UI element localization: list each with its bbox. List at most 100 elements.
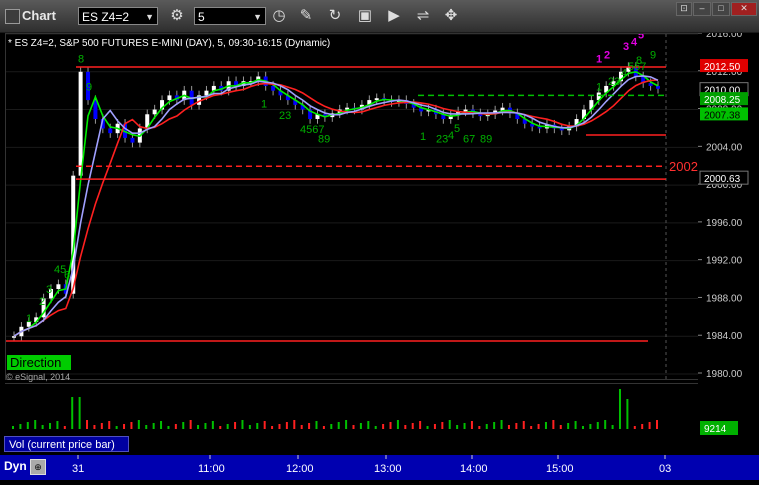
td-count-label: 23: [608, 76, 620, 88]
volume-bar: [263, 421, 266, 429]
symbol-input[interactable]: ES Z4=2 ▼: [78, 7, 158, 25]
price-tag-label: 2000.63: [704, 174, 741, 185]
td-count-label: 4: [621, 68, 627, 80]
time-tick-label: 14:00: [460, 463, 488, 475]
gear-icon[interactable]: ⚙: [167, 6, 187, 26]
symbol-value: ES Z4=2: [82, 10, 130, 24]
volume-bar: [507, 425, 510, 429]
play-icon[interactable]: ▶: [384, 6, 404, 26]
volume-bar: [160, 421, 163, 429]
dyn-label: Dyn: [4, 459, 27, 473]
price-chart[interactable]: 200212345689123456789 1 23 4567 891 2345678 91…: [6, 19, 699, 379]
volume-bar: [182, 422, 185, 429]
volume-bar: [123, 424, 126, 429]
chart-header: * ES Z4=2, S&P 500 FUTURES E-MINI (DAY),…: [8, 38, 331, 49]
window-title: Chart: [22, 8, 56, 23]
settings-icon[interactable]: ▣: [355, 6, 375, 26]
link-icon[interactable]: ⇌: [413, 6, 433, 26]
td-count-label: 89: [480, 134, 492, 146]
volume-bar: [618, 389, 621, 429]
chevron-down-icon[interactable]: ▼: [253, 8, 262, 26]
volume-bar: [544, 422, 547, 429]
price-tick-label: 1996.00: [706, 218, 743, 229]
volume-bar: [49, 423, 52, 429]
volume-bar: [374, 426, 377, 429]
td-count-label: 9: [650, 50, 656, 62]
volume-bar: [463, 423, 466, 429]
time-tick-label: 03: [659, 463, 671, 475]
volume-bar: [71, 397, 74, 429]
price-axis[interactable]: 2016.002012.002008.002004.002000.001996.…: [698, 29, 759, 453]
volume-bar: [500, 420, 503, 429]
price-tick-label: 1984.00: [706, 331, 743, 342]
direction-button[interactable]: Direction: [7, 355, 71, 370]
close-icon[interactable]: ✕: [731, 2, 757, 16]
volume-bar: [537, 424, 540, 429]
time-tick-label: 11:00: [198, 463, 225, 475]
price-tag-label: 2008.25: [704, 95, 741, 106]
volume-bar: [404, 425, 407, 429]
volume-bar: [167, 426, 170, 429]
volume-bar: [152, 423, 155, 429]
refresh-icon[interactable]: ↻: [325, 6, 345, 26]
volume-bar: [219, 426, 222, 429]
volume-bar: [293, 420, 296, 429]
cursor-icon[interactable]: ✥: [441, 6, 461, 26]
price-plot-pane[interactable]: 2002 1 2 3 45 6 8 9 1 23 4567 89 1 23 4 5 67 89 1 23 4 567 8 9 1…: [5, 19, 700, 380]
candle-body: [12, 336, 16, 338]
volume-bar: [26, 422, 29, 429]
volume-bar: [226, 424, 229, 429]
time-tick-label: 12:00: [286, 463, 314, 475]
volume-bar: [211, 421, 214, 429]
td-count-label: 8: [78, 53, 84, 65]
volume-bar: [234, 422, 237, 429]
zoom-icon[interactable]: ⊕: [30, 459, 46, 475]
candle-body: [56, 284, 61, 289]
volume-bar: [248, 425, 251, 429]
volume-bar: [271, 426, 274, 429]
td-count-label: 23: [279, 110, 291, 122]
price-tick-label: 1992.00: [706, 256, 743, 267]
candle-body: [78, 71, 83, 176]
minimize-icon[interactable]: –: [693, 2, 711, 16]
price-tick-label: 2016.00: [706, 33, 743, 40]
time-tick-label: 13:00: [374, 463, 402, 475]
volume-bar: [567, 423, 570, 429]
time-axis[interactable]: 31 11:00 12:00 13:00 14:00 15:00 03: [0, 455, 759, 480]
maximize-icon[interactable]: □: [712, 2, 730, 16]
volume-bar: [197, 425, 200, 429]
pencil-icon[interactable]: ✎: [296, 6, 316, 26]
volume-bar: [633, 426, 636, 429]
interval-input[interactable]: 5 ▼: [194, 7, 266, 25]
volume-bar: [441, 422, 444, 429]
td-count-label: 89: [318, 134, 330, 146]
td-count-label: 1: [420, 131, 426, 143]
td-setup-label: 3: [623, 41, 629, 53]
chevron-down-icon[interactable]: ▼: [145, 8, 154, 26]
volume-chart: [12, 389, 658, 429]
candle-body: [374, 98, 379, 101]
price-axis-svg: 2016.002012.002008.002004.002000.001996.…: [698, 29, 749, 435]
volume-bar: [308, 423, 311, 429]
volume-bar: [493, 422, 496, 429]
volume-bar: [559, 425, 562, 429]
volume-bar: [522, 421, 525, 429]
volume-bar: [552, 420, 555, 429]
restore-icon[interactable]: ⊡: [676, 2, 692, 16]
volume-pane-label[interactable]: Vol (current price bar): [4, 436, 129, 452]
volume-bar: [448, 420, 451, 429]
volume-bar: [19, 424, 22, 429]
volume-bar: [130, 422, 133, 429]
title-bar: Chart ES Z4=2 ▼ ⚙ 5 ▼ ◷ ✎ ↻ ▣ ▶ ⇌ ✥ ⊡ – □ …: [0, 0, 759, 33]
volume-bar: [589, 424, 592, 429]
interval-value: 5: [198, 10, 205, 24]
volume-bar: [56, 421, 59, 429]
td-count-label: 3: [46, 284, 52, 296]
td-count-label: 67: [463, 134, 475, 146]
volume-bar: [485, 424, 488, 429]
volume-bar: [285, 422, 288, 429]
clock-icon[interactable]: ◷: [269, 6, 289, 26]
volume-bar: [93, 425, 96, 429]
volume-bar: [330, 424, 333, 429]
volume-bar: [478, 426, 481, 429]
